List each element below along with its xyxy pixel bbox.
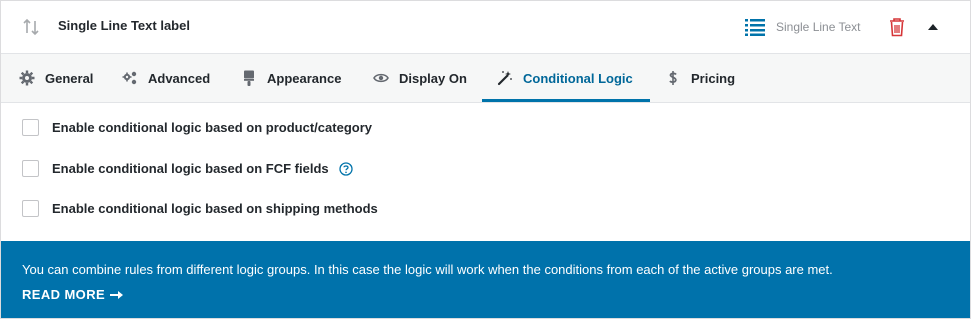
tab-general[interactable]: General	[19, 54, 93, 102]
tab-bar: General Advanced Appearance Display On C…	[1, 54, 970, 103]
option-product-category[interactable]: Enable conditional logic based on produc…	[22, 119, 372, 136]
fcf-fields-checkbox[interactable]	[22, 160, 39, 177]
field-header[interactable]: Single Line Text label Single Line Text	[1, 1, 970, 54]
field-type-label: Single Line Text	[776, 20, 861, 34]
option-label: Enable conditional logic based on FCF fi…	[52, 161, 329, 176]
tab-appearance-label: Appearance	[267, 70, 342, 86]
read-more-label: READ MORE	[22, 287, 106, 302]
option-fcf-fields[interactable]: Enable conditional logic based on FCF fi…	[22, 160, 353, 177]
field-panel: Single Line Text label Single Line Text	[0, 0, 971, 319]
read-more-link[interactable]: READ MORE	[22, 287, 124, 302]
option-shipping-methods[interactable]: Enable conditional logic based on shippi…	[22, 200, 378, 217]
help-circle-icon[interactable]	[338, 161, 353, 176]
magic-wand-icon	[497, 71, 512, 86]
tab-conditional-logic-label: Conditional Logic	[523, 70, 633, 86]
shipping-methods-checkbox[interactable]	[22, 200, 39, 217]
info-notice: You can combine rules from different log…	[1, 241, 970, 318]
tab-display-on-label: Display On	[399, 70, 467, 86]
arrow-right-icon	[110, 290, 124, 299]
product-category-checkbox[interactable]	[22, 119, 39, 136]
brush-icon	[244, 70, 254, 86]
gear-icon	[19, 70, 35, 86]
tab-pricing[interactable]: Pricing	[665, 54, 735, 102]
tab-conditional-logic[interactable]: Conditional Logic	[497, 54, 633, 102]
list-icon	[745, 19, 765, 36]
dollar-icon	[669, 71, 677, 85]
tab-advanced-label: Advanced	[148, 70, 211, 86]
caret-up-icon[interactable]	[927, 22, 939, 32]
option-label: Enable conditional logic based on shippi…	[52, 201, 378, 216]
tab-advanced[interactable]: Advanced	[122, 54, 210, 102]
info-text: You can combine rules from different log…	[22, 262, 833, 277]
conditional-logic-options: Enable conditional logic based on produc…	[1, 103, 970, 241]
option-label: Enable conditional logic based on produc…	[52, 120, 372, 135]
active-tab-indicator	[482, 99, 650, 102]
sort-arrows-icon[interactable]	[21, 17, 41, 37]
field-title: Single Line Text label	[58, 18, 190, 33]
tab-general-label: General	[45, 70, 94, 86]
tab-pricing-label: Pricing	[691, 70, 736, 86]
tab-display-on[interactable]: Display On	[373, 54, 467, 102]
trash-icon[interactable]	[888, 17, 906, 37]
tab-appearance[interactable]: Appearance	[241, 54, 341, 102]
gears-icon	[122, 71, 137, 85]
eye-icon	[373, 73, 389, 83]
